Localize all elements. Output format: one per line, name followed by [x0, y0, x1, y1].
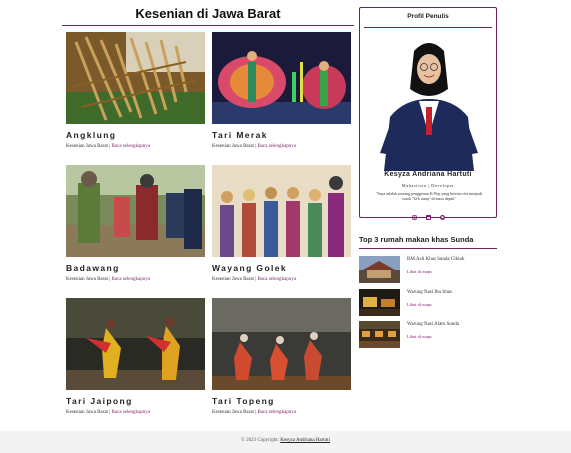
card-meta: Kesenian Jawa Barat | Baca selengkapnya	[66, 144, 206, 149]
angklung-image[interactable]	[66, 32, 205, 124]
author-photo	[374, 33, 484, 171]
card-meta: Kesenian Jawa Barat | Baca selengkapnya	[212, 144, 352, 149]
card-title: Tari Merak	[212, 130, 268, 140]
author-quote: "Saya adalah seorang penggemar K-Pop yan…	[375, 191, 483, 201]
github-icon[interactable]	[439, 205, 445, 220]
card-category: Kesenian Jawa Barat	[66, 144, 108, 149]
read-more-link[interactable]: Baca selengkapnya	[111, 410, 149, 415]
maps-link[interactable]: Lihat di maps	[407, 302, 432, 307]
social-links	[360, 205, 496, 220]
card-category: Kesenian Jawa Barat	[212, 410, 254, 415]
article-card-wayang-golek: Wayang Golek Kesenian Jawa Barat | Baca …	[212, 165, 352, 282]
card-category: Kesenian Jawa Barat	[66, 277, 108, 282]
tari-topeng-image[interactable]	[212, 298, 351, 390]
restaurant-thumbnail[interactable]	[359, 321, 400, 348]
read-more-link[interactable]: Baca selengkapnya	[257, 144, 295, 149]
read-more-link[interactable]: Baca selengkapnya	[111, 144, 149, 149]
read-more-link[interactable]: Baca selengkapnya	[111, 277, 149, 282]
article-card-tari-jaipong: Tari Jaipong Kesenian Jawa Barat | Baca …	[66, 298, 206, 415]
restaurant-thumbnail[interactable]	[359, 256, 400, 283]
page-title: Kesenian di Jawa Barat	[135, 6, 281, 21]
card-title: Angklung	[66, 130, 117, 140]
profile-title: Profil Penulis	[407, 13, 449, 20]
card-category: Kesenian Jawa Barat	[66, 410, 108, 415]
restaurant-name: Warung Nasi Ibu Imas	[407, 290, 453, 295]
article-card-tari-merak: Tari Merak Kesenian Jawa Barat | Baca se…	[212, 32, 352, 149]
read-more-link[interactable]: Baca selengkapnya	[257, 410, 295, 415]
restaurants-title: Top 3 rumah makan khas Sunda	[359, 235, 474, 244]
tari-jaipong-image[interactable]	[66, 298, 205, 390]
article-card-angklung: Angklung Kesenian Jawa Barat | Baca sele…	[66, 32, 206, 149]
card-meta: Kesenian Jawa Barat | Baca selengkapnya	[66, 277, 206, 282]
footer: © 2023 Copyright: Kesyza Andriana Hartut…	[0, 431, 571, 453]
card-title: Tari Topeng	[212, 396, 275, 406]
maps-link[interactable]: Lihat di maps	[407, 334, 432, 339]
badawang-image[interactable]	[66, 165, 205, 257]
card-category: Kesenian Jawa Barat	[212, 277, 254, 282]
linkedin-icon[interactable]	[425, 205, 431, 220]
tari-merak-image[interactable]	[212, 32, 351, 124]
wayang-golek-image[interactable]	[212, 165, 351, 257]
instagram-icon[interactable]	[411, 205, 417, 220]
restaurant-thumbnail[interactable]	[359, 289, 400, 316]
author-profile-card: Profil Penulis Kesyza Andriana Hartuti M…	[359, 7, 497, 220]
maps-link[interactable]: Lihat di maps	[407, 269, 432, 274]
title-divider	[62, 25, 354, 26]
copyright-text: © 2023 Copyright:	[241, 438, 279, 443]
article-card-badawang: Badawang Kesenian Jawa Barat | Baca sele…	[66, 165, 206, 282]
card-meta: Kesenian Jawa Barat | Baca selengkapnya	[212, 277, 352, 282]
card-meta: Kesenian Jawa Barat | Baca selengkapnya	[66, 410, 206, 415]
restaurants-divider	[359, 248, 497, 249]
restaurant-name: RM.Asli Khas Sunda Cibiuk	[407, 257, 465, 262]
author-role: Mahasiswa | Developer	[401, 183, 455, 188]
author-name: Kesyza Andriana Hartuti	[384, 171, 472, 178]
card-title: Badawang	[66, 263, 120, 273]
card-category: Kesenian Jawa Barat	[212, 144, 254, 149]
copyright-author-link[interactable]: Kesyza Andriana Hartuti	[280, 438, 330, 443]
card-title: Tari Jaipong	[66, 396, 133, 406]
article-card-tari-topeng: Tari Topeng Kesenian Jawa Barat | Baca s…	[212, 298, 352, 415]
card-title: Wayang Golek	[212, 263, 288, 273]
profile-divider	[364, 27, 492, 28]
restaurant-name: Warung Nasi Alam Sunda	[407, 322, 459, 327]
card-meta: Kesenian Jawa Barat | Baca selengkapnya	[212, 410, 352, 415]
read-more-link[interactable]: Baca selengkapnya	[257, 277, 295, 282]
